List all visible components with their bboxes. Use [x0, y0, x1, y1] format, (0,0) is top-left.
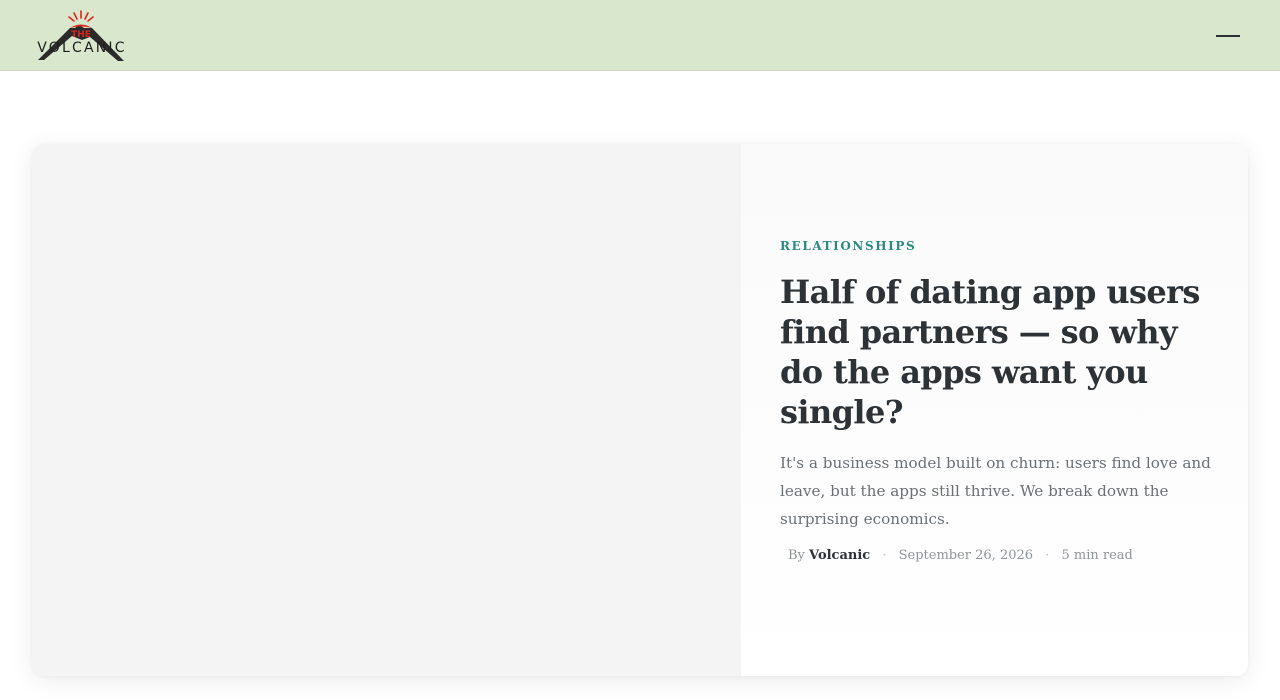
post-meta: By Volcanic · September 26, 2026 · 5 min…	[788, 546, 1228, 566]
post-title[interactable]: Half of dating app users find partners —…	[780, 272, 1220, 432]
author-link[interactable]: Volcanic	[809, 548, 870, 563]
featured-post-card[interactable]: RELATIONSHIPS Half of dating app users f…	[32, 144, 1248, 676]
featured-post-body: RELATIONSHIPS Half of dating app users f…	[741, 144, 1248, 676]
byline-label: By	[788, 548, 805, 563]
site-header: THE VOLCANIC	[0, 0, 1280, 71]
menu-button[interactable]	[1208, 22, 1248, 50]
meta-separator: ·	[882, 548, 887, 563]
meta-separator: ·	[1045, 548, 1050, 563]
hamburger-icon	[1216, 35, 1240, 37]
logo-main-text: VOLCANIC	[37, 40, 126, 56]
read-time: 5 min read	[1061, 548, 1133, 563]
featured-post-image[interactable]	[32, 144, 741, 676]
volcano-logo-icon: THE VOLCANIC	[37, 10, 126, 61]
site-logo[interactable]: THE VOLCANIC	[32, 9, 134, 63]
logo-top-text: THE	[71, 30, 91, 40]
post-category-link[interactable]: RELATIONSHIPS	[780, 239, 916, 253]
post-date: September 26, 2026	[898, 548, 1034, 563]
post-excerpt: It's a business model built on churn: us…	[780, 454, 1211, 528]
